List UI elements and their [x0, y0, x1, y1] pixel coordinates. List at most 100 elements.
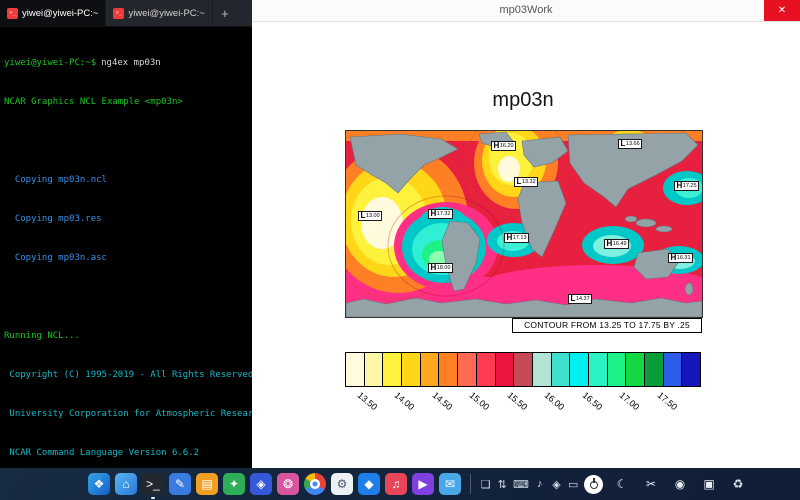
colorbar-segment — [365, 353, 384, 386]
app-store-icon: ◆ — [358, 473, 380, 495]
terminal-icon — [7, 8, 18, 19]
contour-info-box: CONTOUR FROM 13.25 TO 17.75 BY .25 — [512, 318, 702, 333]
battery-tray-icon[interactable]: ▭ — [567, 473, 579, 495]
dock-mail[interactable]: ✉ — [439, 473, 461, 495]
keyboard-tray-icon[interactable]: ⌨ — [513, 473, 529, 495]
dock-separator — [470, 474, 471, 494]
colorbar-swatches — [345, 352, 701, 387]
new-tab-button[interactable]: + — [213, 0, 237, 26]
graphics-window-titlebar[interactable]: mp03Work ✕ — [252, 0, 800, 22]
terminal-command: ng4ex mp03n — [101, 58, 161, 68]
terminal-tab-2[interactable]: yiwei@yiwei-PC:~ — [106, 0, 212, 26]
colorbar-segment — [496, 353, 515, 386]
desktop: yiwei@yiwei-PC:~ yiwei@yiwei-PC:~ + yiwe… — [0, 0, 800, 500]
dock-chrome[interactable] — [304, 473, 326, 495]
dock-launcher[interactable]: ❖ — [88, 473, 110, 495]
dock-notes[interactable]: ◈ — [250, 473, 272, 495]
terminal-line: Running NCL... — [4, 330, 248, 343]
display-tray-icon[interactable]: ❏ — [480, 473, 492, 495]
colorbar-tick-label: 17.50 — [656, 390, 680, 412]
map-image — [346, 131, 702, 317]
dock-file-manager[interactable]: ⌂ — [115, 473, 137, 495]
dock-wps[interactable]: ✦ — [223, 473, 245, 495]
map-extremum-label: H18.00 — [428, 263, 453, 273]
wps-icon: ✦ — [223, 473, 245, 495]
terminal-line: Copying mp03.res — [4, 213, 248, 226]
map-extremum-label: L13.00 — [358, 211, 382, 221]
colorbar-segment — [439, 353, 458, 386]
terminal-line: Copying mp03n.ncl — [4, 174, 248, 187]
screenshot-icon[interactable]: ✂ — [641, 477, 661, 491]
trash-icon[interactable]: ♻ — [728, 477, 748, 491]
colorbar-segment — [626, 353, 645, 386]
colorbar-tick-label: 16.00 — [543, 390, 567, 412]
colorbar-segment — [402, 353, 421, 386]
dock-right-group: ☾ ✂ ◉ ▣ ♻ — [584, 475, 790, 494]
folder-icon: ▤ — [196, 473, 218, 495]
colorbar-segment — [664, 353, 683, 386]
terminal-prompt: yiwei@yiwei-PC:~$ — [4, 58, 96, 68]
colorbar-segment — [477, 353, 496, 386]
colorbar-segment — [421, 353, 440, 386]
dock-music[interactable]: ♫ — [385, 473, 407, 495]
terminal-line — [4, 135, 248, 148]
sound-tray-icon[interactable]: ♪ — [534, 473, 546, 495]
map-extremum-label: L13.66 — [618, 139, 642, 149]
colorbar-tick-label: 14.00 — [393, 390, 417, 412]
graphics-window: mp03Work ✕ mp03n — [252, 0, 800, 468]
terminal-line — [4, 291, 248, 304]
map-extremum-label: L14.37 — [568, 294, 592, 304]
colorbar-segment — [533, 353, 552, 386]
colorbar-tick-label: 17.00 — [618, 390, 642, 412]
launcher-icon: ❖ — [88, 473, 110, 495]
plot-title: mp03n — [345, 89, 701, 112]
terminal-tab-1[interactable]: yiwei@yiwei-PC:~ — [0, 0, 106, 26]
settings-gear-icon: ⚙ — [331, 473, 353, 495]
colorbar-tick-label: 13.50 — [356, 390, 380, 412]
colorbar-segment — [514, 353, 533, 386]
colorbar-segment — [645, 353, 664, 386]
dock-app-store[interactable]: ◆ — [358, 473, 380, 495]
text-editor-icon: ✎ — [169, 473, 191, 495]
dock-movies[interactable]: ▶ — [412, 473, 434, 495]
screen-recorder-icon[interactable]: ◉ — [670, 477, 690, 491]
network-tray-icon[interactable]: ◈ — [551, 473, 563, 495]
terminal-output[interactable]: yiwei@yiwei-PC:~$ng4ex mp03n NCAR Graphi… — [0, 27, 252, 465]
colorbar-segment — [458, 353, 477, 386]
dock-documents[interactable]: ▤ — [196, 473, 218, 495]
window-title: mp03Work — [252, 0, 800, 21]
colorbar-segment — [552, 353, 571, 386]
colorbar-segment — [383, 353, 402, 386]
dock-control-center[interactable]: ⚙ — [331, 473, 353, 495]
colorbar-tick-label: 16.50 — [581, 390, 605, 412]
dock-photos[interactable]: ❂ — [277, 473, 299, 495]
colorbar-segment — [589, 353, 608, 386]
terminal-tab-2-label: yiwei@yiwei-PC:~ — [128, 8, 204, 19]
close-button[interactable]: ✕ — [764, 0, 800, 21]
colorbar-segment — [346, 353, 365, 386]
colorbar-tick-label: 14.50 — [431, 390, 455, 412]
map-extremum-label: H17.13 — [504, 233, 529, 243]
terminal-line: Copying mp03n.asc — [4, 252, 248, 265]
map-extremum-label: H16.20 — [491, 141, 516, 151]
terminal-icon — [113, 8, 124, 19]
dock-terminal[interactable]: >_ — [142, 473, 164, 495]
dock: ❖ ⌂ >_ ✎ ▤ ✦ ◈ ❂ ⚙ ◆ ♫ ▶ ✉ ❏ ⇅ ⌨ ♪ ◈ ▭ ☾… — [0, 468, 800, 500]
map-extremum-label: H16.31 — [668, 253, 693, 263]
terminal-line: University Corporation for Atmospheric R… — [4, 408, 248, 421]
music-icon: ♫ — [385, 473, 407, 495]
colorbar: 13.50 14.00 14.50 15.00 15.50 16.00 16.5… — [345, 352, 701, 413]
terminal-tabbar: yiwei@yiwei-PC:~ yiwei@yiwei-PC:~ + — [0, 0, 252, 27]
photos-icon: ❂ — [277, 473, 299, 495]
chrome-icon — [304, 473, 326, 495]
terminal-line: Copyright (C) 1995-2019 - All Rights Res… — [4, 369, 248, 382]
clipboard-icon[interactable]: ▣ — [699, 477, 719, 491]
map-extremum-label: H17.32 — [428, 209, 453, 219]
map-extremum-label: H16.49 — [604, 239, 629, 249]
power-button[interactable] — [584, 475, 603, 494]
usb-tray-icon[interactable]: ⇅ — [496, 473, 508, 495]
dock-text-editor[interactable]: ✎ — [169, 473, 191, 495]
night-mode-icon[interactable]: ☾ — [612, 477, 632, 491]
terminal-window: yiwei@yiwei-PC:~ yiwei@yiwei-PC:~ + yiwe… — [0, 0, 252, 468]
terminal-prompt-line: yiwei@yiwei-PC:~$ ng4ex mp03n — [4, 57, 248, 70]
